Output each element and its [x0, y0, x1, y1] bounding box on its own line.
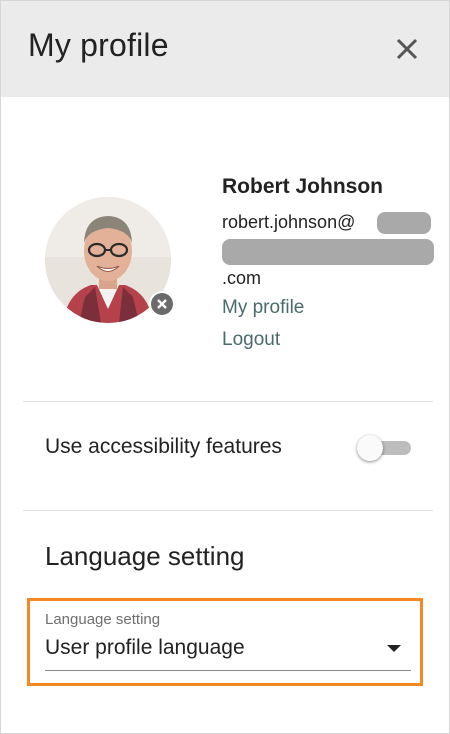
user-email-suffix: .com	[222, 268, 262, 288]
user-name: Robert Johnson	[222, 175, 383, 198]
select-underline	[45, 670, 411, 671]
profile-panel: My profile Robert Johnson robert.johnson…	[0, 0, 450, 734]
panel-header: My profile	[1, 1, 449, 97]
language-section-title: Language setting	[45, 541, 245, 571]
page-title: My profile	[28, 27, 169, 63]
redacted-text	[222, 239, 434, 265]
redacted-text	[377, 212, 431, 234]
language-select-value: User profile language	[45, 636, 245, 659]
divider	[23, 401, 433, 402]
remove-circle-icon	[151, 293, 173, 315]
dropdown-arrow-icon	[387, 645, 401, 652]
accessibility-toggle[interactable]	[357, 435, 411, 461]
logout-link[interactable]: Logout	[222, 329, 280, 351]
user-email: robert.johnson@	[222, 212, 356, 232]
toggle-knob	[357, 435, 383, 461]
language-select[interactable]: Language setting User profile language	[45, 607, 411, 671]
close-icon	[396, 38, 418, 60]
avatar-container	[45, 197, 175, 323]
language-select-label: Language setting	[45, 611, 161, 628]
close-button[interactable]	[391, 33, 423, 65]
accessibility-label: Use accessibility features	[45, 435, 282, 458]
remove-photo-button[interactable]	[149, 291, 175, 317]
my-profile-link[interactable]: My profile	[222, 297, 304, 319]
divider	[23, 510, 433, 511]
